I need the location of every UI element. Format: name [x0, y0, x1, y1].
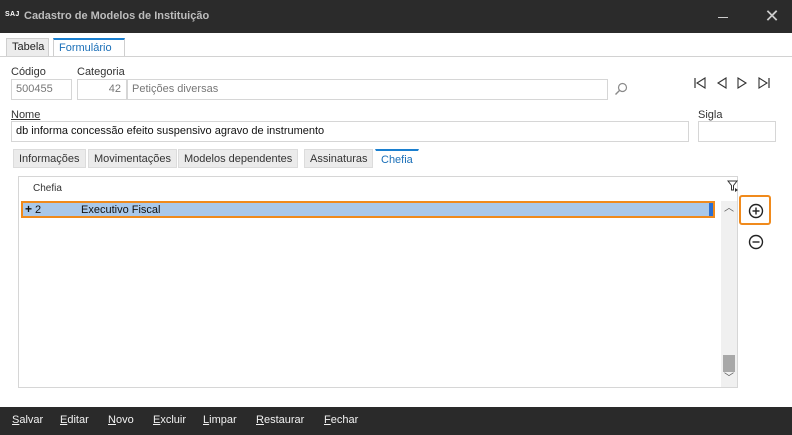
footer-toolbar: Salvar Editar Novo Excluir Limpar Restau…: [0, 407, 792, 435]
search-icon[interactable]: [614, 82, 628, 96]
chefia-grid: Chefia + 2 Executivo Fiscal ︿ ﹀: [18, 176, 739, 388]
table-row[interactable]: + 2 Executivo Fiscal: [21, 201, 715, 218]
scroll-thumb[interactable]: [723, 355, 735, 372]
nome-label: Nome: [11, 109, 41, 121]
codigo-label: Código: [11, 66, 46, 78]
remove-row-button[interactable]: [741, 228, 773, 258]
sigla-label: Sigla: [698, 109, 723, 121]
new-button[interactable]: Novo: [108, 414, 134, 426]
edit-button[interactable]: Editar: [60, 414, 89, 426]
next-record-icon[interactable]: [735, 76, 749, 90]
row-code: 2: [35, 204, 42, 216]
tab-formulario[interactable]: Formulário: [53, 38, 125, 56]
first-record-icon[interactable]: [693, 76, 707, 90]
restore-button[interactable]: Restaurar: [256, 414, 304, 426]
last-record-icon[interactable]: [757, 76, 771, 90]
save-button[interactable]: Salvar: [12, 414, 43, 426]
nome-field[interactable]: db informa concessão efeito suspensivo a…: [11, 121, 689, 142]
tab-tabela[interactable]: Tabela: [6, 38, 49, 56]
categoria-desc-field[interactable]: Petições diversas: [127, 79, 608, 100]
tab-divider: [0, 56, 792, 57]
previous-record-icon[interactable]: [715, 76, 729, 90]
minimize-icon[interactable]: [713, 8, 733, 26]
tab-chefia[interactable]: Chefia: [375, 149, 419, 168]
add-row-button[interactable]: [739, 195, 771, 225]
row-edge-marker: [709, 203, 713, 216]
column-header-chefia[interactable]: Chefia: [33, 183, 62, 194]
app-logo: SAJ: [5, 11, 20, 18]
title-bar: SAJ Cadastro de Modelos de Instituição ✕: [0, 0, 792, 33]
clear-button[interactable]: Limpar: [203, 414, 237, 426]
row-name: Executivo Fiscal: [81, 204, 161, 216]
delete-button[interactable]: Excluir: [153, 414, 186, 426]
vertical-scrollbar[interactable]: ︿ ﹀: [721, 201, 737, 387]
categoria-code-field[interactable]: 42: [77, 79, 127, 100]
scroll-up-icon[interactable]: ︿: [723, 203, 735, 215]
tab-movimentacoes[interactable]: Movimentações: [88, 149, 178, 168]
close-icon[interactable]: ✕: [762, 7, 782, 26]
codigo-field[interactable]: 500455: [11, 79, 72, 100]
minus-circle-icon: [748, 234, 764, 250]
tab-informacoes[interactable]: Informações: [13, 149, 86, 168]
filter-icon[interactable]: [726, 180, 739, 192]
plus-circle-icon: [748, 203, 764, 219]
sigla-field[interactable]: [698, 121, 776, 142]
window-title: Cadastro de Modelos de Instituição: [24, 10, 210, 22]
expand-icon[interactable]: +: [25, 203, 32, 216]
close-button[interactable]: Fechar: [324, 414, 358, 426]
tab-modelos-dependentes[interactable]: Modelos dependentes: [178, 149, 299, 168]
scroll-down-icon[interactable]: ﹀: [723, 373, 735, 385]
tab-assinaturas[interactable]: Assinaturas: [304, 149, 374, 168]
categoria-label: Categoria: [77, 66, 125, 78]
